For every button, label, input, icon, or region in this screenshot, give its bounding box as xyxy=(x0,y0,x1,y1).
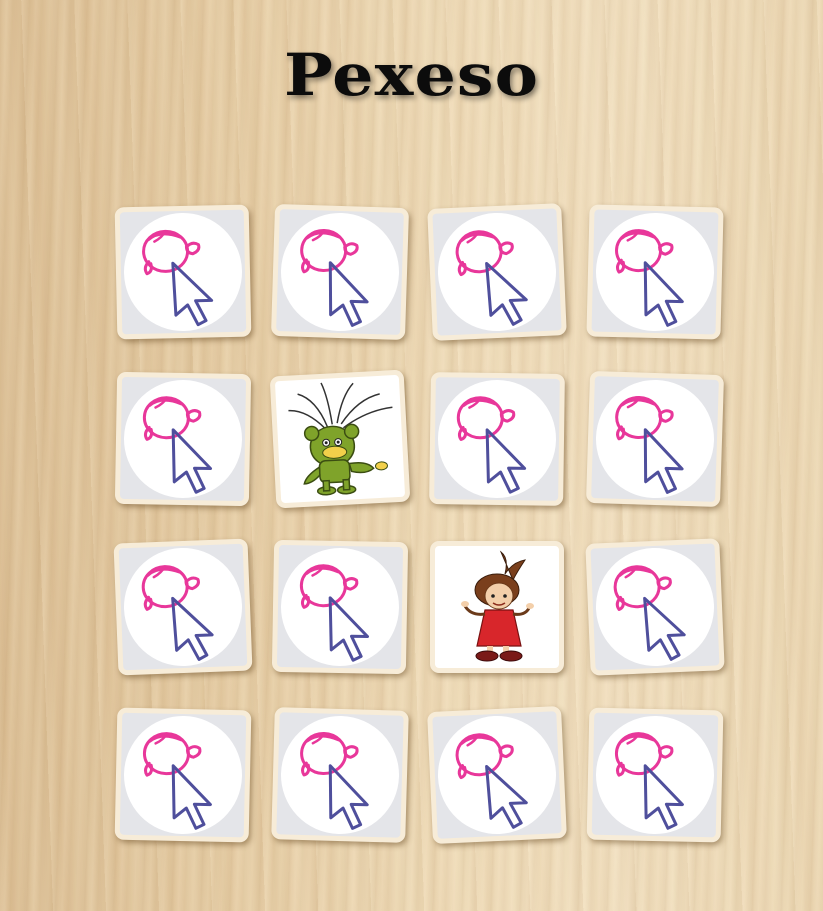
memory-card-hidden[interactable] xyxy=(270,203,410,341)
memory-card-hidden[interactable] xyxy=(271,707,409,843)
girl-cursor-logo-icon xyxy=(615,395,684,494)
green-creature-icon xyxy=(288,382,393,496)
girl-cursor-logo-icon xyxy=(614,732,684,830)
memory-card-hidden[interactable] xyxy=(585,370,725,508)
card-grid xyxy=(0,0,823,911)
memory-card-hidden[interactable] xyxy=(114,707,252,843)
memory-card-revealed[interactable] xyxy=(430,541,564,673)
memory-card-hidden[interactable] xyxy=(585,538,725,676)
girl-cursor-logo-icon xyxy=(300,228,369,327)
girl-cursor-logo-icon xyxy=(142,396,212,494)
memory-card-revealed[interactable] xyxy=(269,369,411,509)
girl-cursor-logo-icon xyxy=(142,732,212,830)
memory-card-hidden[interactable] xyxy=(427,706,567,844)
memory-card-hidden[interactable] xyxy=(429,372,565,506)
memory-card-hidden[interactable] xyxy=(114,204,252,340)
girl-cursor-logo-icon xyxy=(455,230,528,326)
girl-cursor-logo-icon xyxy=(613,565,686,661)
girl-cursor-logo-icon xyxy=(142,229,214,327)
girl-cursor-logo-icon xyxy=(300,732,369,830)
memory-card-hidden[interactable] xyxy=(271,539,409,675)
girl-in-red-dress-icon xyxy=(461,550,534,662)
girl-cursor-logo-icon xyxy=(299,564,369,662)
memory-card-hidden[interactable] xyxy=(586,707,724,843)
memory-card-hidden[interactable] xyxy=(113,538,253,676)
memory-card-hidden[interactable] xyxy=(427,203,567,341)
girl-cursor-logo-icon xyxy=(455,733,528,829)
girl-cursor-logo-icon xyxy=(615,229,684,327)
memory-card-hidden[interactable] xyxy=(586,204,724,340)
girl-cursor-logo-icon xyxy=(456,396,527,494)
girl-cursor-logo-icon xyxy=(141,565,214,661)
memory-card-hidden[interactable] xyxy=(114,371,252,507)
